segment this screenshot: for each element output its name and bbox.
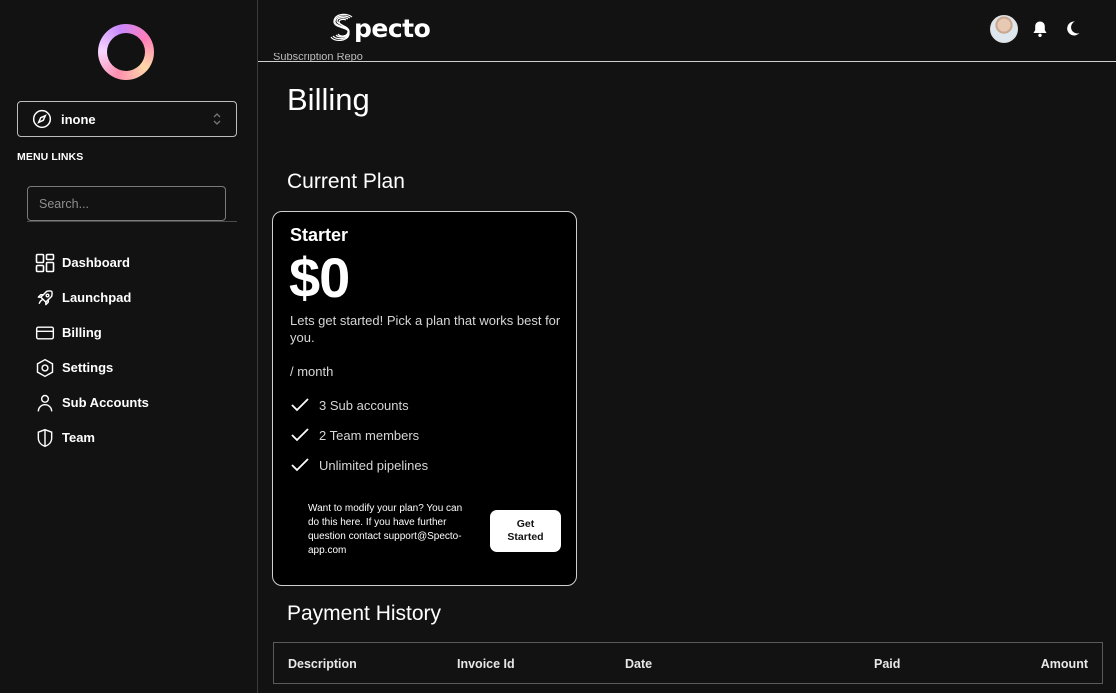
page-title: Billing [287,82,370,117]
plan-period: / month [290,364,334,379]
feature-list: 3 Sub accounts 2 Team members Unlimited … [290,390,428,480]
account-switcher[interactable]: inone [17,101,237,137]
rocket-icon [34,287,56,309]
plan-name: Starter [290,225,349,245]
sidebar-item-label: Dashboard [62,255,130,270]
compass-icon [32,109,52,129]
check-icon [291,398,309,412]
sidebar-item-label: Team [62,430,95,445]
breadcrumb: Subscription Repo [273,53,363,62]
search-input[interactable] [27,186,226,221]
brand-name: pecto [354,13,431,43]
dashboard-icon [34,252,56,274]
plan-note: Want to modify your plan? You can do thi… [308,503,463,556]
shield-icon [34,427,56,449]
agency-logo [98,24,154,80]
check-icon [291,428,309,442]
avatar[interactable] [990,15,1018,43]
account-name: inone [61,111,96,127]
feature-text: Unlimited pipelines [319,457,429,473]
plan-description: Lets get started! Pick a plan that works… [290,313,561,345]
feature-text: 2 Team members [319,427,420,443]
settings-icon [34,357,56,379]
credit-card-icon [34,322,56,344]
column-header-date: Date [625,657,653,671]
feature-text: 3 Sub accounts [319,397,409,413]
sidebar-item-settings[interactable]: Settings [34,350,149,385]
sidebar-item-label: Billing [62,325,102,340]
get-started-button[interactable]: Get Started [490,510,561,552]
plan-price: $0 [289,246,350,309]
moon-icon[interactable] [1065,19,1081,37]
sidebar-item-dashboard[interactable]: Dashboard [34,245,149,280]
column-header-invoice-id: Invoice Id [457,657,515,671]
list-item: 3 Sub accounts [290,390,428,420]
sidebar-item-label: Launchpad [62,290,132,305]
list-item: Unlimited pipelines [290,450,428,480]
top-bar: pecto [258,0,1116,62]
sidebar-item-label: Settings [62,360,114,375]
sidebar-item-label: Sub Accounts [62,395,149,410]
check-icon [291,458,309,472]
divider [27,221,237,222]
user-icon [34,392,56,414]
column-header-amount: Amount [1040,657,1088,671]
sidebar-item-launchpad[interactable]: Launchpad [34,280,149,315]
brand-logo[interactable]: pecto [328,12,431,44]
column-header-paid: Paid [874,657,901,671]
payment-history-title: Payment History [287,602,442,625]
payment-history-table: Description Invoice Id Date Paid Amount [273,642,1103,684]
sidebar-item-billing[interactable]: Billing [34,315,149,350]
specto-s-logo-icon [330,13,353,41]
menu-links-title: MENU LINKS [17,151,84,163]
chevron-updown-icon [213,113,221,125]
sidebar-item-team[interactable]: Team [34,420,149,455]
current-plan-title: Current Plan [287,170,405,193]
bell-icon[interactable] [1032,20,1048,38]
sidebar-nav: Dashboard Launchpad Billing Settings Sub… [34,245,149,455]
list-item: 2 Team members [290,420,428,450]
sidebar: inone MENU LINKS Dashboard Laun [0,0,258,693]
plan-card: Starter $0 Lets get started! Pick a plan… [272,211,577,586]
sidebar-item-sub-accounts[interactable]: Sub Accounts [34,385,149,420]
column-header-description: Description [288,657,357,671]
